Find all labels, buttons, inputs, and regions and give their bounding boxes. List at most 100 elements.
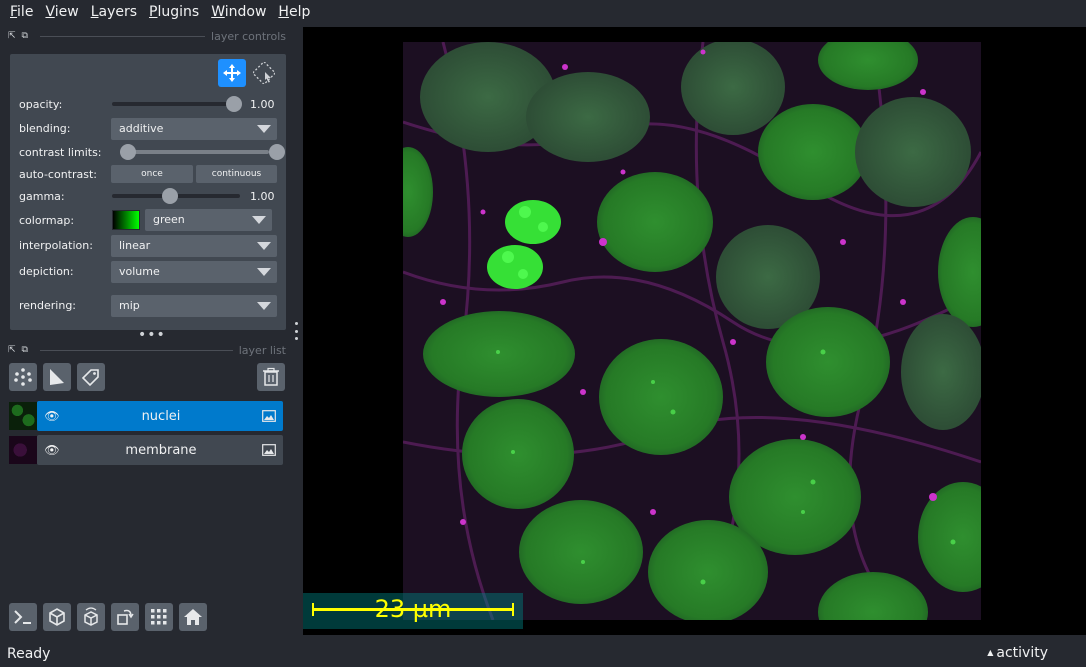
menu-plugins[interactable]: Plugins [143, 0, 205, 24]
close-dock-icon[interactable]: ⧉ [22, 345, 28, 355]
menu-help-label: elp [288, 4, 311, 20]
gamma-slider[interactable] [112, 188, 240, 204]
depiction-row: depiction: [19, 261, 111, 281]
menu-layers[interactable]: Layers [85, 0, 143, 24]
image-icon [255, 444, 283, 456]
chevron-down-icon [252, 216, 266, 224]
opacity-value: 1.00 [250, 98, 275, 111]
gamma-slider-handle[interactable] [162, 188, 179, 204]
cube-3d-icon [49, 608, 65, 626]
scale-bar-tick-right [512, 603, 514, 616]
menu-file-mnemonic: F [10, 4, 18, 20]
move-arrows-icon [223, 64, 241, 82]
grid-icon [151, 609, 167, 625]
menu-view-label: iew [54, 4, 79, 20]
float-icon[interactable]: ⇱ [8, 31, 16, 41]
menu-bar: File View Layers Plugins Window Help [0, 0, 1086, 24]
blending-label: blending: [19, 121, 71, 135]
eye-icon[interactable]: 👁 [37, 409, 67, 423]
interpolation-value: linear [119, 239, 151, 252]
auto-contrast-once-button[interactable]: once [111, 165, 193, 183]
layer-name[interactable]: nuclei [67, 409, 255, 424]
chevron-down-icon [257, 125, 271, 133]
panel-splitter-handle[interactable]: ••• [138, 328, 166, 342]
transform-button[interactable] [250, 59, 278, 87]
menu-view[interactable]: View [39, 0, 84, 24]
float-icon[interactable]: ⇱ [8, 345, 16, 355]
blending-row: blending: [19, 118, 111, 138]
opacity-label: opacity: [19, 97, 63, 111]
layer-list-title: layer list [238, 343, 286, 357]
close-dock-icon[interactable]: ⧉ [22, 31, 28, 41]
dock-resize-handle[interactable] [293, 322, 299, 340]
menu-window[interactable]: Window [205, 0, 272, 24]
depiction-label: depiction: [19, 264, 74, 278]
select-transform-icon [253, 62, 275, 84]
grid-mode-button[interactable] [145, 603, 173, 631]
delete-layer-button[interactable] [257, 363, 285, 391]
console-button[interactable] [9, 603, 37, 631]
terminal-icon [14, 610, 31, 624]
colormap-dropdown[interactable]: green [145, 209, 272, 231]
menu-layers-label: ayers [98, 4, 138, 20]
new-points-layer-button[interactable] [9, 363, 37, 391]
interpolation-row: interpolation: [19, 235, 111, 255]
rendering-value: mip [119, 299, 140, 312]
auto-contrast-continuous-button[interactable]: continuous [196, 165, 277, 183]
layer-controls-panel: opacity: 1.00 blending: additive contras… [10, 54, 286, 330]
transpose-icon [117, 609, 134, 625]
layer-row-body[interactable]: 👁 membrane [37, 435, 283, 465]
microscopy-image [403, 42, 981, 620]
reset-view-button[interactable] [179, 603, 207, 631]
menu-view-mnemonic: V [45, 4, 55, 20]
menu-window-label: indow [224, 4, 267, 20]
colormap-label: colormap: [19, 213, 75, 227]
header-divider [39, 349, 233, 351]
menu-window-mnemonic: W [211, 4, 225, 20]
activity-button[interactable]: ▲ activity [987, 645, 1048, 661]
gamma-label: gamma: [19, 189, 65, 203]
blending-value: additive [119, 122, 164, 135]
pan-zoom-button[interactable] [218, 59, 246, 87]
colormap-row: colormap: [19, 210, 111, 230]
menu-file[interactable]: File [4, 0, 39, 24]
chevron-down-icon [257, 268, 271, 276]
colormap-value: green [153, 213, 185, 226]
layer-row-nuclei[interactable]: 👁 nuclei [9, 401, 283, 431]
menu-plugins-label: lugins [157, 4, 200, 20]
opacity-slider[interactable] [112, 96, 242, 112]
opacity-slider-handle[interactable] [226, 96, 242, 112]
contrast-limits-slider[interactable] [120, 144, 285, 160]
menu-help[interactable]: Help [272, 0, 316, 24]
roll-cube-icon [84, 607, 98, 626]
contrast-limits-label: contrast limits: [19, 145, 102, 159]
transpose-button[interactable] [111, 603, 139, 631]
contrast-limits-row: contrast limits: [19, 142, 111, 162]
layer-list-header: ⇱ ⧉ layer list [8, 343, 286, 357]
scale-bar-line [313, 608, 513, 611]
layer-row-membrane[interactable]: 👁 membrane [9, 435, 283, 465]
eye-icon[interactable]: 👁 [37, 443, 67, 457]
layer-row-body[interactable]: 👁 nuclei [37, 401, 283, 431]
trash-icon [263, 367, 279, 386]
header-divider [39, 35, 206, 37]
status-message: Ready [7, 646, 51, 662]
menu-file-label: ile [17, 4, 34, 20]
roll-dimensions-button[interactable] [77, 603, 105, 631]
depiction-dropdown[interactable]: volume [111, 261, 277, 283]
rendering-dropdown[interactable]: mip [111, 295, 277, 317]
chevron-up-icon: ▲ [987, 648, 994, 657]
contrast-limits-low-handle[interactable] [120, 144, 136, 160]
blending-dropdown[interactable]: additive [111, 118, 277, 140]
interpolation-dropdown[interactable]: linear [111, 235, 277, 257]
ndisplay-button[interactable] [43, 603, 71, 631]
points-icon [14, 368, 32, 386]
layer-name[interactable]: membrane [67, 443, 255, 458]
new-shapes-layer-button[interactable] [43, 363, 71, 391]
layer-thumbnail [9, 402, 37, 430]
new-labels-layer-button[interactable] [77, 363, 105, 391]
gamma-row: gamma: [19, 186, 111, 206]
menu-layers-mnemonic: L [90, 4, 99, 20]
contrast-limits-high-handle[interactable] [269, 144, 285, 160]
viewer-canvas[interactable]: 23 µm [303, 27, 1086, 635]
